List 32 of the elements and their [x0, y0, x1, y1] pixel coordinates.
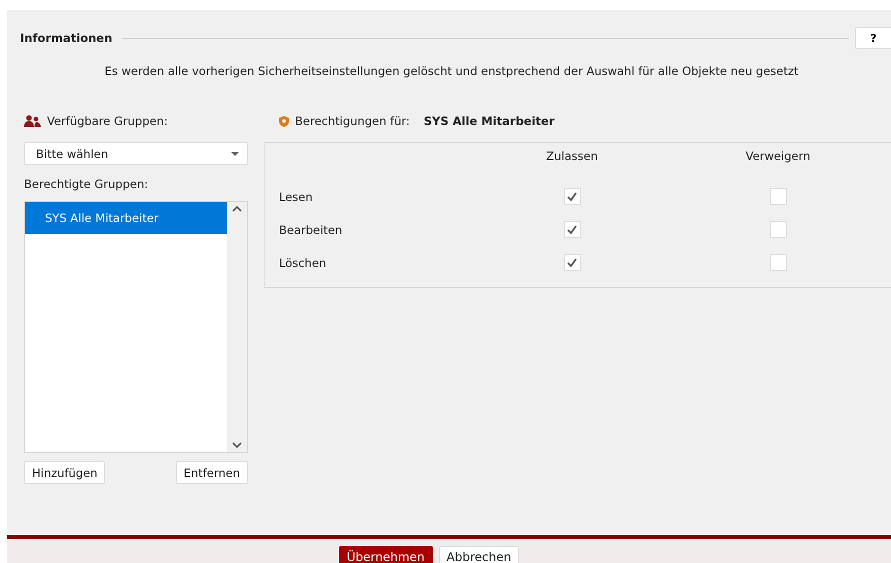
scroll-down-icon[interactable]: [232, 442, 242, 448]
description-text: Es werden alle vorherigen Sicherheitseinstellungen gelöscht und enstprechend der Auswahl für alle Objekte neu gesetzt: [104, 64, 800, 78]
checkbox[interactable]: [564, 254, 580, 271]
permission-name: Lesen: [279, 190, 314, 204]
checkbox[interactable]: [564, 188, 580, 205]
permission-name: Löschen: [279, 256, 328, 270]
available-groups-label: Verfügbare Gruppen:: [47, 114, 168, 128]
checkmark-icon: [567, 258, 577, 267]
shield-icon: [279, 116, 289, 126]
scroll-up-icon[interactable]: [232, 206, 242, 212]
column-header: Zulassen: [545, 148, 599, 163]
help-button[interactable]: ?: [855, 27, 891, 49]
checkbox[interactable]: [564, 221, 580, 238]
apply-button[interactable]: Übernehmen: [338, 546, 433, 563]
authorized-groups-label: Berechtigte Gruppen:: [24, 177, 150, 191]
checkmark-icon: [567, 225, 577, 234]
group-name: SYS Alle Mitarbeiter: [424, 114, 555, 128]
checkbox[interactable]: [770, 188, 786, 205]
column-header: Verweigern: [744, 148, 812, 163]
permissions-label: Berechtigungen für:: [295, 114, 410, 128]
permission-name: Bearbeiten: [279, 222, 344, 236]
group-list-item[interactable]: SYS Alle Mitarbeiter: [25, 202, 227, 234]
checkbox[interactable]: [770, 254, 786, 271]
users-icon: [24, 115, 41, 127]
add-button[interactable]: Hinzufügen: [24, 461, 106, 484]
checkmark-icon: [567, 192, 577, 201]
section-title: Informationen: [20, 31, 112, 45]
cancel-button[interactable]: Abbrechen: [438, 546, 520, 563]
caret-icon: [231, 152, 239, 156]
checkbox[interactable]: [770, 221, 786, 238]
remove-button[interactable]: Entfernen: [176, 461, 248, 484]
group-dropdown[interactable]: Bitte wählen: [24, 142, 248, 165]
